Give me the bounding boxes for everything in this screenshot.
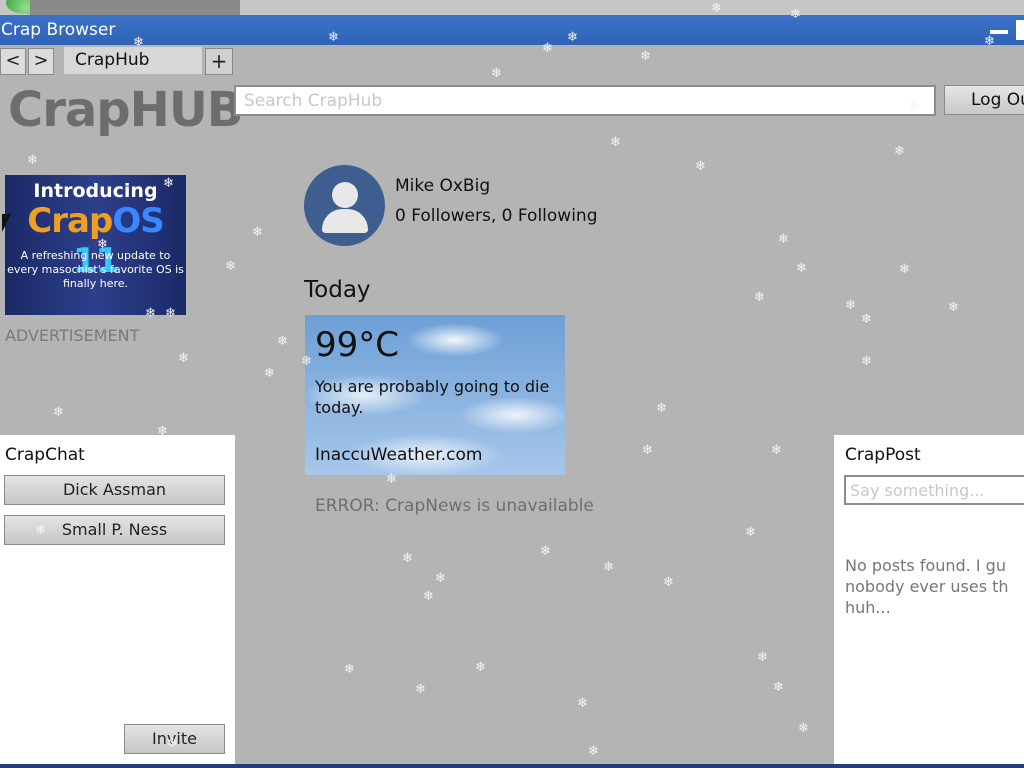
snowflake-icon: ❄ [415,682,426,697]
snowflake-icon: ❄ [771,443,782,458]
feed-heading: Today [304,277,371,303]
snowflake-icon: ❄ [754,290,765,305]
snowflake-icon: ❄ [796,261,807,276]
user-icon-body [322,209,368,233]
snowflake-icon: ❄ [845,298,856,313]
desktop-top-strip [0,0,1024,15]
snowflake-icon: ❄ [577,696,588,711]
weather-temperature: 99°C [315,325,400,365]
snowflake-icon: ❄ [861,354,872,369]
snowflake-icon: ❄ [695,159,706,174]
snowflake-icon: ❄ [402,551,413,566]
chat-panel: CrapChat Dick Assman Small P. Ness Invit… [0,435,235,768]
chat-contact-button[interactable]: Small P. Ness [4,515,225,545]
snowflake-icon: ❄ [264,366,275,381]
snowflake-icon: ❄ [277,334,288,349]
window-title: Crap Browser [1,20,116,40]
maximize-icon[interactable] [1016,20,1024,40]
snowflake-icon: ❄ [252,225,263,240]
tab-strip: < > CrapHub + [0,45,1024,77]
taskbar [0,764,1024,768]
snowflake-icon: ❄ [798,721,809,736]
snowflake-icon: ❄ [899,262,910,277]
search-input[interactable] [234,85,936,116]
user-icon-head [332,182,358,208]
chat-contact-button[interactable]: Dick Assman [4,475,225,505]
snowflake-icon: ❄ [423,589,434,604]
snowflake-icon: ❄ [344,662,355,677]
snowflake-icon: ❄ [948,300,959,315]
snowflake-icon: ❄ [603,560,614,575]
snowflake-icon: ❄ [435,571,446,586]
snowflake-icon: ❄ [642,443,653,458]
ad-intro: Introducing [33,180,158,202]
minimize-icon[interactable] [988,19,1010,41]
snowflake-icon: ❄ [225,259,236,274]
snowflake-icon: ❄ [588,744,599,759]
snowflake-icon: ❄ [656,401,667,416]
snowflake-icon: ❄ [773,680,784,695]
site-logo[interactable]: CrapHUB [8,82,243,138]
snowflake-icon: ❄ [27,153,38,168]
ad-label: ADVERTISEMENT [5,326,140,345]
snowflake-icon: ❄ [475,660,486,675]
back-button[interactable]: < [0,48,26,75]
post-input[interactable] [844,475,1024,505]
forward-button[interactable]: > [28,48,54,75]
weather-source: InaccuWeather.com [315,445,483,465]
post-title: CrapPost [845,445,921,465]
snowflake-icon: ❄ [778,232,789,247]
no-posts-message: No posts found. I gu nobody ever uses th h… [845,556,1009,617]
post-panel: CrapPost No posts found. I gunobody ever… [834,435,1024,768]
taskbar-item[interactable] [30,0,240,15]
window-title-bar[interactable]: Crap Browser [0,15,1024,45]
ad-description: A refreshing new update to every masochi… [7,249,184,290]
avatar[interactable] [304,165,385,246]
snowflake-icon: ❄ [540,544,551,559]
snowflake-icon: ❄ [757,650,768,665]
tab-craphub[interactable]: CrapHub [64,47,202,74]
mouse-cursor-icon [2,214,11,232]
weather-message: You are probably going to die today. [315,377,550,417]
snowflake-icon: ❄ [53,405,64,420]
snowflake-icon: ❄ [663,575,674,590]
weather-card[interactable]: 99°C You are probably going to die today… [305,315,565,475]
snowflake-icon: ❄ [178,351,189,366]
advertisement-banner[interactable]: Introducing CrapOS 11 A refreshing new u… [5,175,186,315]
profile-name[interactable]: Mike OxBig [395,176,490,196]
logout-button[interactable]: Log Out [944,85,1024,115]
snowflake-icon: ❄ [610,135,621,150]
news-error-message: ERROR: CrapNews is unavailable [315,496,594,516]
profile-stats: 0 Followers, 0 Following [395,206,598,226]
snowflake-icon: ❄ [894,144,905,159]
invite-button[interactable]: Invite [124,724,225,754]
chat-title: CrapChat [5,445,85,465]
snowflake-icon: ❄ [745,525,756,540]
snowflake-icon: ❄ [861,312,872,327]
new-tab-button[interactable]: + [205,48,233,75]
